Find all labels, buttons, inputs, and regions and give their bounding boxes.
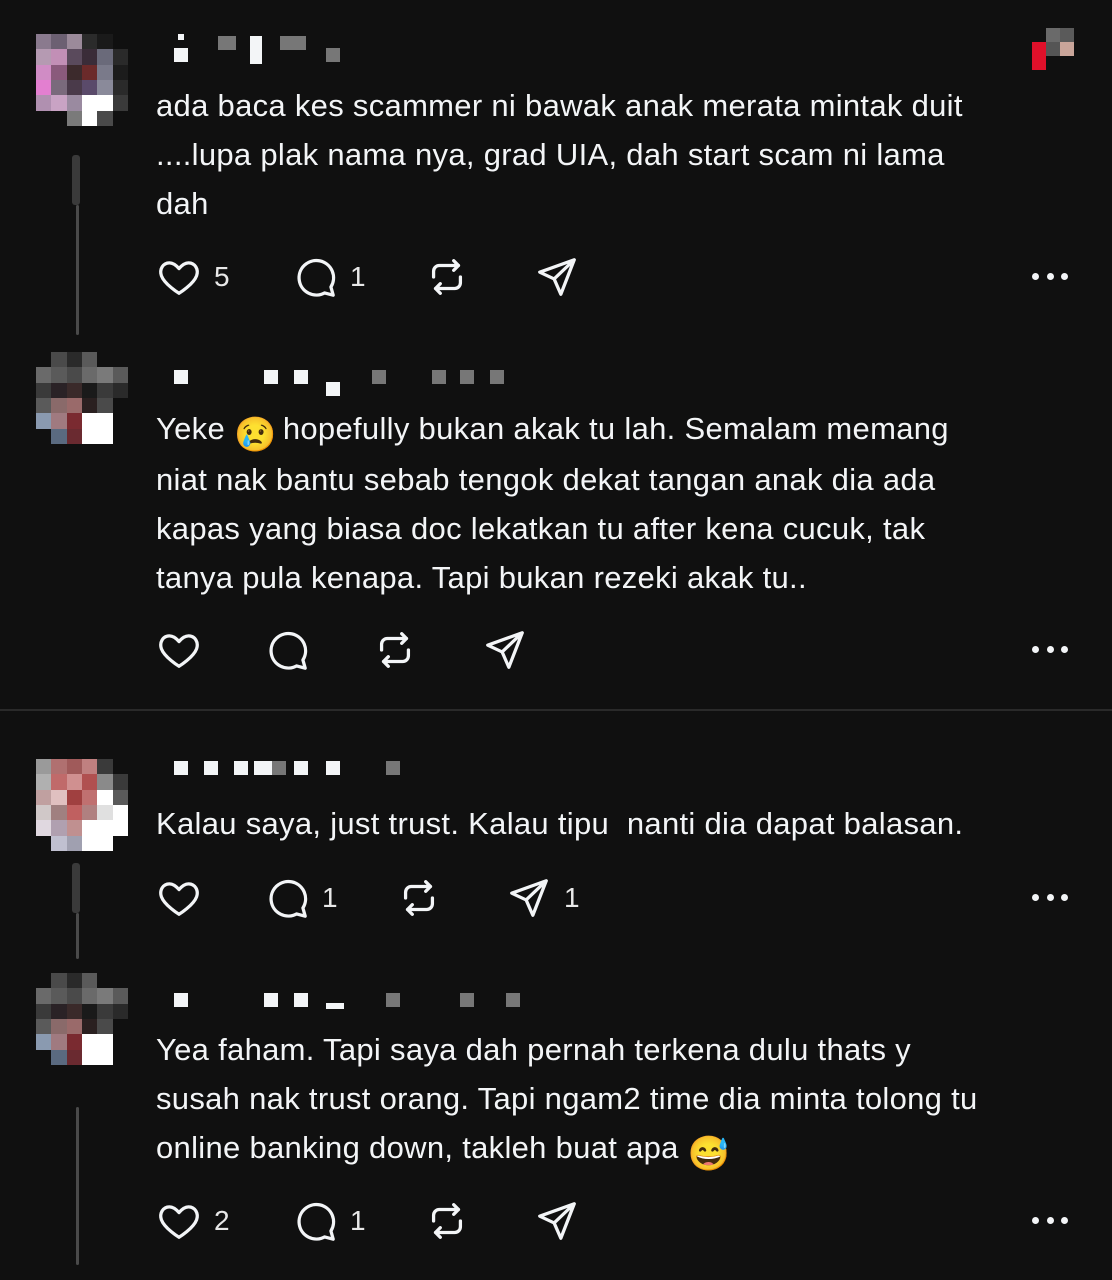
- repost-button[interactable]: [424, 252, 470, 302]
- repost-icon: [431, 1203, 463, 1239]
- reply-button[interactable]: 1: [292, 1196, 366, 1246]
- share-button[interactable]: [534, 252, 580, 302]
- like-button[interactable]: [156, 873, 214, 923]
- share-button[interactable]: [482, 625, 528, 675]
- like-button[interactable]: 2: [156, 1196, 230, 1246]
- repost-icon: [379, 632, 411, 668]
- heart-icon: [159, 882, 199, 916]
- comment-icon: [269, 879, 308, 918]
- send-icon: [538, 1202, 576, 1240]
- more-options-button[interactable]: [1032, 894, 1068, 904]
- share-count: 1: [564, 882, 580, 913]
- heart-icon: [159, 1205, 199, 1239]
- reply-count: 1: [350, 261, 366, 292]
- more-dots-icon: [1032, 894, 1039, 901]
- repost-button[interactable]: [396, 873, 442, 923]
- like-count: 2: [214, 1205, 230, 1236]
- post-actions: 1 1: [156, 873, 656, 923]
- reply-post-2: Yeke 😢 hopefully bukan akak tu lah. Sema…: [0, 340, 1112, 710]
- comment-icon: [269, 631, 308, 670]
- thread-line: [76, 205, 79, 335]
- username-redacted[interactable]: [160, 749, 580, 783]
- username-redacted[interactable]: [160, 983, 580, 1017]
- send-icon: [510, 879, 548, 917]
- reply-button[interactable]: 1: [264, 873, 338, 923]
- username-redacted[interactable]: [160, 30, 580, 64]
- like-button[interactable]: 5: [156, 252, 230, 302]
- avatar[interactable]: [36, 352, 128, 444]
- reply-post-1: ada baca kes scammer ni bawak anak merat…: [0, 0, 1112, 340]
- post-actions: 2 1: [156, 1196, 656, 1246]
- grinning-sweat-emoji: 😅: [687, 1135, 731, 1173]
- more-dots-icon: [1032, 646, 1039, 653]
- more-options-button[interactable]: [1032, 273, 1068, 283]
- reply-count: 1: [322, 882, 338, 913]
- more-options-button[interactable]: [1032, 1217, 1068, 1227]
- more-dots-icon: [1032, 1217, 1039, 1224]
- avatar[interactable]: [36, 34, 128, 126]
- thread-line: [76, 1107, 79, 1265]
- post-actions: 5 1: [156, 252, 656, 302]
- reply-post-3: Kalau saya, just trust. Kalau tipu nanti…: [0, 711, 1112, 961]
- post-text: Yeke 😢 hopefully bukan akak tu lah. Sema…: [156, 404, 1076, 602]
- send-icon: [538, 258, 576, 296]
- reply-button[interactable]: 1: [292, 252, 366, 302]
- repost-button[interactable]: [372, 625, 418, 675]
- post-text: ada baca kes scammer ni bawak anak merat…: [156, 88, 963, 221]
- crying-face-emoji: 😢: [233, 416, 277, 454]
- more-dots-icon: [1032, 273, 1039, 280]
- heart-icon: [159, 261, 199, 295]
- post-text-part: Yea faham. Tapi saya dah pernah terkena …: [156, 1032, 978, 1165]
- send-icon: [486, 631, 524, 669]
- thread-line: [76, 913, 79, 959]
- post-text-part: hopefully bukan akak tu lah. Semalam mem…: [156, 411, 949, 595]
- username-redacted[interactable]: [160, 360, 580, 396]
- post-actions: [156, 625, 656, 675]
- reply-post-4: Yea faham. Tapi saya dah pernah terkena …: [0, 961, 1112, 1280]
- heart-icon: [159, 634, 199, 668]
- repost-icon: [431, 259, 463, 295]
- repost-icon: [403, 880, 435, 916]
- redacted-corner-mark: [1032, 28, 1074, 70]
- like-count: 5: [214, 261, 230, 292]
- more-options-button[interactable]: [1032, 646, 1068, 656]
- repost-button[interactable]: [424, 1196, 470, 1246]
- share-button[interactable]: 1: [506, 873, 580, 923]
- avatar[interactable]: [36, 759, 128, 851]
- reply-button[interactable]: [264, 625, 322, 675]
- post-text-part: Yeke: [156, 411, 234, 446]
- reply-count: 1: [350, 1205, 366, 1236]
- thread-line: [72, 155, 80, 205]
- comment-icon: [297, 258, 336, 297]
- post-text: Yea faham. Tapi saya dah pernah terkena …: [156, 1025, 1076, 1174]
- like-button[interactable]: [156, 625, 214, 675]
- post-text: Kalau saya, just trust. Kalau tipu nanti…: [156, 806, 964, 841]
- avatar[interactable]: [36, 973, 128, 1065]
- share-button[interactable]: [534, 1196, 580, 1246]
- thread-line: [72, 863, 80, 913]
- comment-icon: [297, 1202, 336, 1241]
